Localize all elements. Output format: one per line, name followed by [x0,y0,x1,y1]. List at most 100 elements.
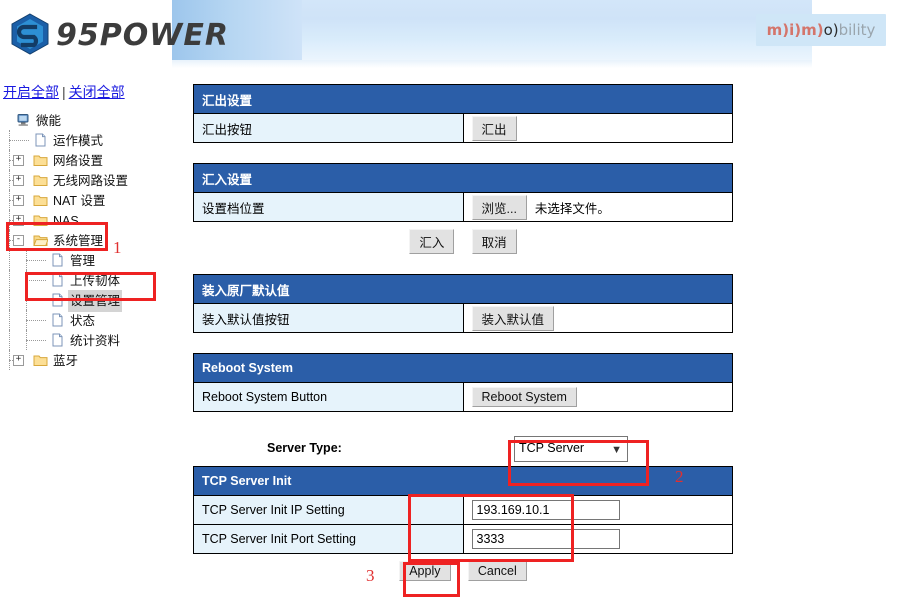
annotation-number-1: 1 [113,238,122,257]
server-type-row: Server Type: TCP Server ▼ [193,432,733,466]
tree-node[interactable]: + 蓝牙 [2,350,176,370]
tree-node[interactable]: + 网络设置 [2,150,176,170]
import-row-value: 浏览... 未选择文件。 [462,192,733,222]
tree-guide-line [9,310,10,330]
tree-guide-line [9,330,10,350]
annotation-number-2: 2 [675,467,684,486]
tree-expand-icon[interactable]: + [13,215,24,226]
tree-node-label: 系统管理 [53,234,104,248]
tree-guide-line [26,260,46,261]
tree-node[interactable]: + NAS [2,210,176,230]
import-action-row: 汇入 取消 [193,222,733,254]
defaults-row-label: 装入默认值按钮 [193,303,464,333]
import-row-label: 设置档位置 [193,192,464,222]
page-icon [50,313,65,327]
tree-guide-line [26,300,46,301]
tree-node-label: 上传韧体 [70,274,121,288]
folder-icon [33,213,48,227]
tcp-server-init-panel: TCP Server Init TCP Server Init IP Setti… [193,466,733,554]
tree-node-label: NAS [53,214,79,228]
tree-node[interactable]: 微能 [2,110,176,130]
tree-guide-line [26,320,46,321]
header-banner-base [172,60,812,68]
tree-node-label: 网络设置 [53,154,104,168]
tree-expand-icon[interactable]: + [13,195,24,206]
page-icon [50,273,65,287]
reboot-panel-title: Reboot System [193,353,733,383]
tree-collapse-icon[interactable]: - [13,235,24,246]
load-defaults-button[interactable]: 装入默认值 [471,305,555,331]
reboot-row-label: Reboot System Button [193,382,464,412]
factory-defaults-panel: 装入原厂默认值 装入默认值按钮 装入默认值 [193,274,733,333]
tree-node[interactable]: - 系统管理 [2,230,176,250]
folder-icon [33,353,48,367]
tree-node-label: 蓝牙 [53,354,79,368]
annotation-number-3: 3 [366,566,375,585]
tree-node-label: 运作模式 [53,134,104,148]
folder-icon [33,193,48,207]
tree-node[interactable]: 管理 [2,250,176,270]
server-type-selected-value: TCP Server [519,441,585,455]
tree-node[interactable]: 上传韧体 [2,270,176,290]
partner-logo: m) i) m) o) bility [756,14,886,46]
tcp-ip-label: TCP Server Init IP Setting [193,495,464,525]
tree-node-label: 状态 [70,314,96,328]
browse-file-button[interactable]: 浏览... [471,194,527,220]
partner-logo-m1: m) [766,21,790,39]
import-submit-button[interactable]: 汇入 [409,229,455,254]
tree-expand-icon[interactable]: + [13,155,24,166]
hexagon-s-logo-icon [8,12,52,56]
export-button[interactable]: 汇出 [471,115,517,141]
partner-logo-bility: bility [838,21,876,39]
tree-node-label: NAT 设置 [53,194,106,208]
tcp-port-input[interactable] [471,529,620,549]
server-type-select[interactable]: TCP Server ▼ [514,436,628,462]
export-row-label: 汇出按钮 [193,113,464,143]
brand-wordmark: 95POWER [56,18,229,53]
tree-expand-icon[interactable]: + [13,175,24,186]
cancel-button[interactable]: Cancel [467,561,527,581]
tree-node-label: 统计资料 [70,334,121,348]
reboot-system-button[interactable]: Reboot System [471,387,577,407]
tree-node[interactable]: 运作模式 [2,130,176,150]
tree-node[interactable]: + 无线网路设置 [2,170,176,190]
reboot-row-value: Reboot System [462,382,733,412]
tree-guide-line [9,140,29,141]
tree-expand-icon[interactable]: + [13,355,24,366]
page-icon [50,293,65,307]
computer-icon [16,113,31,127]
sidebar: 开启全部 | 关闭全部 微能运作模式 + 网络设置 + 无线网路设置 + NAT 设置 + NAS -… [0,78,176,588]
tcp-ip-input[interactable] [471,500,620,520]
folder-open-icon [33,233,49,247]
tree-node[interactable]: + NAT 设置 [2,190,176,210]
tree-node-label: 无线网路设置 [53,174,129,188]
page-icon [33,133,48,147]
tree-guide-line [26,340,46,341]
page-icon [50,333,65,347]
tree-node-label: 管理 [70,254,96,268]
link-separator: | [62,84,66,100]
page-icon [50,253,65,267]
tree-node[interactable]: 设置管理 [2,290,176,312]
partner-logo-i: i) [789,21,802,39]
tree-node-label: 设置管理 [68,290,123,312]
apply-button[interactable]: Apply [399,561,451,581]
selected-file-status: 未选择文件。 [534,201,610,216]
navigation-tree: 微能运作模式 + 网络设置 + 无线网路设置 + NAT 设置 + NAS - 系统管理管理上传韧体… [2,110,176,370]
tree-toggle-links: 开启全部 | 关闭全部 [3,82,125,102]
tcp-ip-value-cell [462,495,733,525]
defaults-row-value: 装入默认值 [462,303,733,333]
tree-node[interactable]: 状态 [2,310,176,330]
folder-icon [33,153,48,167]
folder-icon [33,173,48,187]
import-cancel-button[interactable]: 取消 [471,229,517,254]
tree-guide-line [9,270,10,290]
tree-node[interactable]: 统计资料 [2,330,176,350]
tcp-port-label: TCP Server Init Port Setting [193,524,464,554]
brand-logo: 95POWER [8,8,228,60]
collapse-all-link[interactable]: 关闭全部 [69,84,125,100]
server-type-label: Server Type: [267,441,342,455]
expand-all-link[interactable]: 开启全部 [3,84,59,100]
